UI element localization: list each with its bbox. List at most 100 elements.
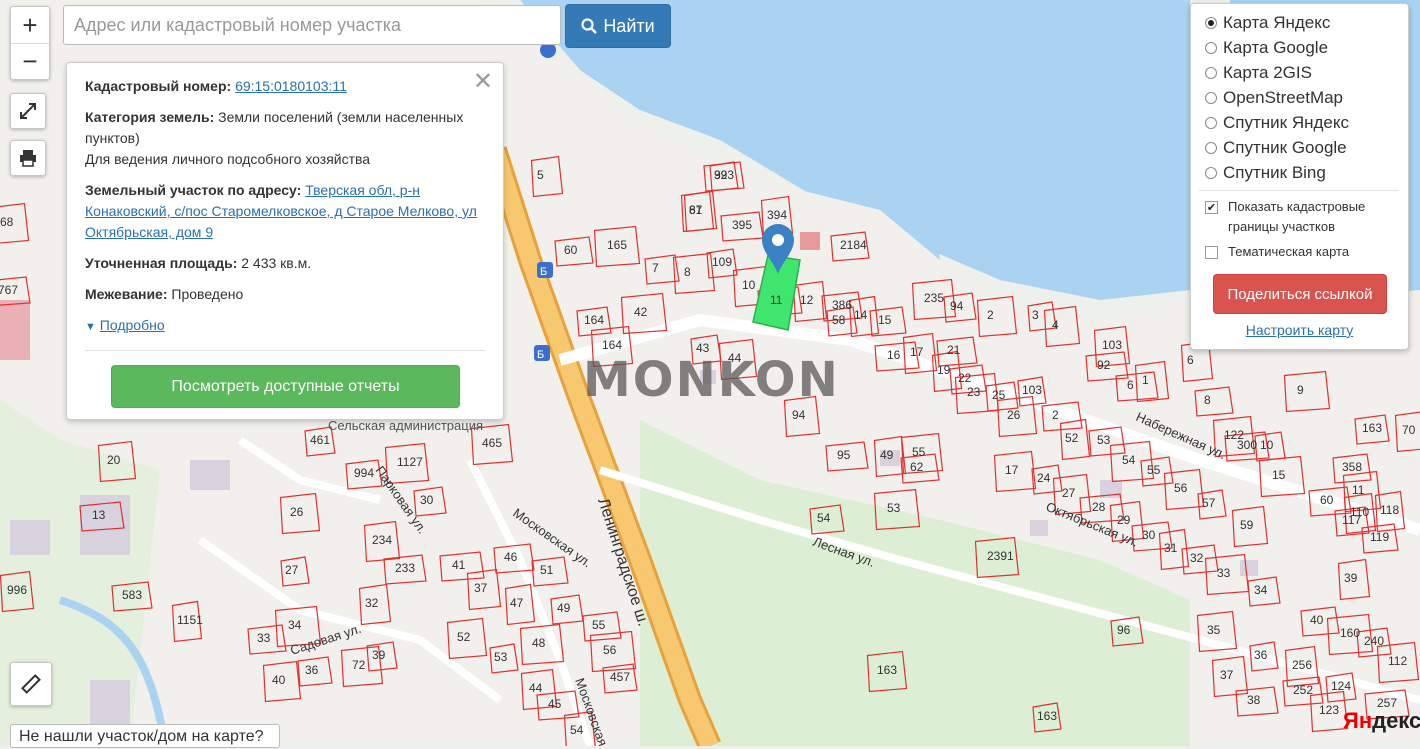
parcel-number-label: 54 [817, 511, 831, 525]
view-reports-button[interactable]: Посмотреть доступные отчеты [111, 365, 460, 408]
parcel-number-label: 60 [564, 243, 578, 257]
parcel-number-label: 3 [1032, 308, 1039, 322]
parcel-number-label: 47 [510, 596, 524, 610]
parcel-number-label: 28 [1092, 500, 1106, 514]
parcel-number-label: 49 [557, 601, 571, 615]
parcel-number-label: 117 [1342, 513, 1361, 527]
parcel-number-label: 26 [1007, 408, 1021, 422]
watermark-text: MONKON [583, 352, 840, 408]
cadastral-row: Кадастровый номер: 69:15:0180103:11 [85, 76, 489, 97]
parcel-number-label: 49 [880, 448, 894, 462]
category-usage: Для ведения личного подсобного хозяйства [85, 151, 370, 167]
layer-option[interactable]: Карта Яндекс [1205, 10, 1330, 35]
parcel-number-label: 56 [603, 643, 617, 657]
parcel-number-label: 23 [967, 385, 981, 399]
parcel-number-label: 51 [540, 563, 554, 577]
parcel-number-label: 39 [372, 648, 386, 662]
parcel-number-label: 20 [107, 453, 121, 467]
divider [85, 350, 485, 351]
parcel-number-label: 30 [1142, 528, 1156, 542]
parcel-number-label: 234 [372, 533, 392, 547]
parcel-number-label: 94 [950, 299, 964, 313]
parcel-number-label: 252 [1293, 683, 1313, 697]
parcel-number-label: 30 [420, 493, 434, 507]
parcel-number-label: 6 [1187, 353, 1194, 367]
parcel-number-label: 164 [584, 313, 604, 327]
category-row: Категория земель: Земли поселений (земли… [85, 107, 489, 170]
area-value: 2 433 кв.м. [241, 255, 311, 271]
cadastral-number-link[interactable]: 69:15:0180103:11 [235, 78, 347, 94]
parcel-number-label: 56 [1174, 481, 1188, 495]
parcel-number-label: 54 [1122, 453, 1136, 467]
parcel-number-label: 19 [937, 363, 951, 377]
layer-option[interactable]: Спутник Яндекс [1205, 110, 1349, 135]
parcel-number-label: 34 [1254, 583, 1268, 597]
parcel-number-label: 35 [1207, 623, 1221, 637]
fullscreen-button[interactable] [10, 93, 46, 129]
layer-option[interactable]: Спутник Google [1205, 135, 1347, 160]
parcel-number-label: 386 [832, 298, 852, 312]
parcel-number-label: 31 [1164, 541, 1178, 555]
radio-icon [1205, 67, 1217, 79]
parcel-number-label: 94 [792, 408, 806, 422]
layer-option[interactable]: Карта 2GIS [1205, 60, 1312, 85]
parcel-number-label: 123 [1319, 703, 1339, 717]
poi-label: Сельская администрация [328, 418, 483, 433]
category-label: Категория земель: [85, 109, 214, 125]
layer-option[interactable]: Спутник Bing [1205, 160, 1326, 185]
parcel-number-label: 119 [1370, 530, 1389, 544]
parcel-number-label: 36 [305, 663, 319, 677]
parcel-number-label: 33 [257, 631, 271, 645]
layer-switcher-panel: Карта ЯндексКарта Google Карта 2GIS OpenSt… [1190, 3, 1409, 350]
more-details-link[interactable]: Подробно [100, 317, 165, 333]
parcel-number-label: 2391 [987, 549, 1014, 563]
parcel-number-label: 17 [910, 345, 924, 359]
parcel-number-label: 235 [924, 291, 944, 305]
address-label: Земельный участок по адресу: [85, 182, 301, 198]
parcel-number-label: 395 [732, 218, 752, 232]
zoom-out-button[interactable]: − [11, 43, 49, 80]
parcel-number-label: 55 [1147, 463, 1161, 477]
show-borders-checkbox[interactable]: ✔ Показать кадастровые границы участков [1205, 197, 1378, 237]
search-button-label: Найти [603, 16, 654, 37]
parcel-number-label: 42 [634, 305, 648, 319]
printer-icon [19, 149, 37, 167]
print-button[interactable] [10, 140, 46, 176]
thematic-map-checkbox[interactable]: Тематическая карта [1205, 242, 1349, 262]
layer-option[interactable]: OpenStreetMap [1205, 85, 1343, 110]
parcel-number-label: 52 [457, 630, 471, 644]
search-input[interactable] [63, 5, 561, 45]
share-link-button[interactable]: Поделиться ссылкой [1213, 274, 1387, 314]
parcel-number-label: 36 [1254, 648, 1268, 662]
parcel-number-label: 29 [1117, 513, 1131, 527]
parcel-number-label: 11 [1352, 483, 1365, 497]
parcel-number-label: 5 [537, 168, 544, 182]
parcel-number-label: 68 [0, 215, 14, 229]
parcel-number-label: 2 [987, 308, 994, 322]
parcel-number-label: 394 [767, 208, 787, 222]
layer-option-label: OpenStreetMap [1223, 88, 1343, 108]
parcel-number-label: 37 [1220, 668, 1234, 682]
configure-map-link[interactable]: Настроить карту [1191, 322, 1408, 338]
survey-label: Межевание: [85, 286, 168, 302]
survey-value: Проведено [171, 286, 243, 302]
search-button[interactable]: Найти [565, 4, 671, 48]
radio-icon [1205, 142, 1217, 154]
layer-option-label: Карта 2GIS [1223, 63, 1312, 83]
parcel-number-label: 72 [352, 658, 366, 672]
parcel-number-label: 13 [92, 508, 106, 522]
zoom-in-button[interactable]: + [11, 7, 49, 43]
layer-option[interactable]: Карта Google [1205, 35, 1328, 60]
parcel-number-label: 67 [689, 203, 703, 217]
not-found-button[interactable]: Не нашли участок/дом на карте? [10, 724, 280, 748]
parcel-number-label: 7 [652, 261, 659, 275]
checkbox-checked-icon: ✔ [1205, 201, 1218, 214]
parcel-number-label: 109 [712, 255, 732, 269]
parcel-number-label: 16 [887, 348, 901, 362]
layer-option-label: Карта Яндекс [1223, 13, 1330, 33]
bus-stop-icon: Б [534, 345, 550, 361]
logo-part-black: декс [1372, 708, 1420, 733]
parcel-number-label: 163 [877, 663, 897, 677]
ruler-button[interactable] [10, 662, 52, 706]
parcel-number-label: 767 [0, 283, 18, 297]
